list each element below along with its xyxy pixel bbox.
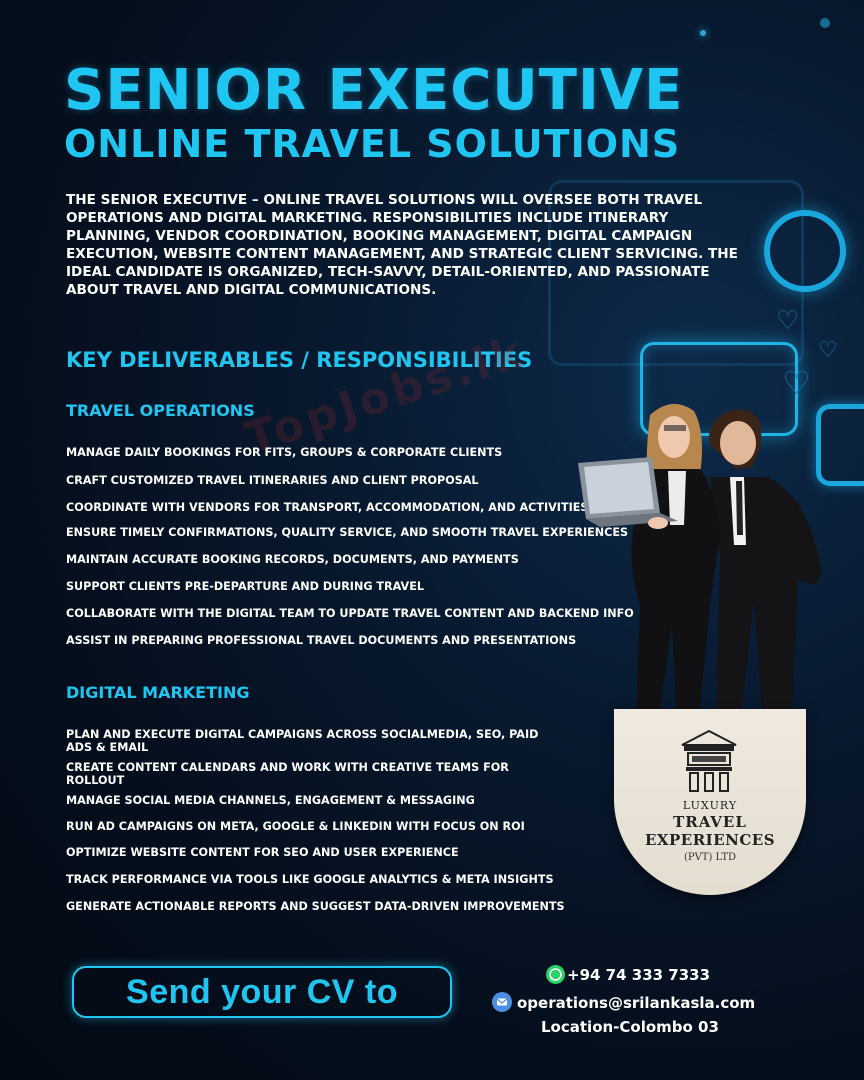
logo-line-luxury: LUXURY: [682, 799, 738, 812]
travel-operations-heading: TRAVEL OPERATIONS: [66, 401, 255, 420]
company-logo: LUXURY TRAVEL EXPERIENCES (PVT) LTD: [614, 709, 806, 895]
list-item: PLAN AND EXECUTE DIGITAL CAMPAIGNS ACROS…: [66, 728, 539, 754]
send-cv-label: Send your CV to: [126, 972, 398, 1011]
location-text: Location-Colombo 03: [541, 1018, 719, 1036]
logo-line-pvt-ltd: (PVT) LTD: [683, 852, 737, 863]
phone-number: +94 74 333 7333: [567, 966, 711, 984]
glow-dot: [820, 18, 830, 28]
list-item: MAINTAIN ACCURATE BOOKING RECORDS, DOCUM…: [66, 553, 519, 566]
list-item: TRACK PERFORMANCE VIA TOOLS LIKE GOOGLE …: [66, 873, 554, 886]
send-cv-button[interactable]: Send your CV to: [72, 966, 452, 1018]
list-item: ENSURE TIMELY CONFIRMATIONS, QUALITY SER…: [66, 526, 629, 539]
whatsapp-icon: [546, 965, 565, 984]
list-item: GENERATE ACTIONABLE REPORTS AND SUGGEST …: [66, 900, 565, 913]
building-logo-icon: [681, 729, 737, 792]
business-people-image: [578, 403, 822, 710]
list-item: CREATE CONTENT CALENDARS AND WORK WITH C…: [66, 761, 509, 787]
list-item: COLLABORATE WITH THE DIGITAL TEAM TO UPD…: [66, 607, 634, 620]
list-item: OPTIMIZE WEBSITE CONTENT FOR SEO AND USE…: [66, 846, 459, 859]
list-item: MANAGE DAILY BOOKINGS FOR FITS, GROUPS &…: [66, 446, 503, 459]
page-subtitle: ONLINE TRAVEL SOLUTIONS: [64, 122, 681, 166]
list-item: COORDINATE WITH VENDORS FOR TRANSPORT, A…: [66, 501, 589, 514]
email-address: operations@srilankasla.com: [517, 994, 756, 1012]
list-item: MANAGE SOCIAL MEDIA CHANNELS, ENGAGEMENT…: [66, 794, 475, 807]
list-item: SUPPORT CLIENTS PRE-DEPARTURE AND DURING…: [66, 580, 424, 593]
page-title: SENIOR EXECUTIVE: [64, 58, 684, 123]
email-icon: [492, 992, 512, 1012]
glow-dot: [700, 30, 706, 36]
job-intro-text: THE SENIOR EXECUTIVE – ONLINE TRAVEL SOL…: [66, 192, 738, 298]
digital-marketing-heading: DIGITAL MARKETING: [66, 683, 250, 702]
ring-decoration: [764, 210, 846, 292]
phone-contact[interactable]: +94 74 333 7333: [546, 965, 710, 984]
email-contact[interactable]: operations@srilankasla.com: [492, 992, 755, 1012]
logo-line-experiences: EXPERIENCES: [644, 831, 776, 849]
heart-icon: ♡: [818, 338, 838, 363]
heart-icon: ♡: [776, 306, 800, 336]
logo-line-travel: TRAVEL: [673, 813, 747, 831]
list-item: CRAFT CUSTOMIZED TRAVEL ITINERARIES AND …: [66, 474, 479, 487]
list-item: RUN AD CAMPAIGNS ON META, GOOGLE & LINKE…: [66, 820, 525, 833]
list-item: ASSIST IN PREPARING PROFESSIONAL TRAVEL …: [66, 634, 577, 647]
